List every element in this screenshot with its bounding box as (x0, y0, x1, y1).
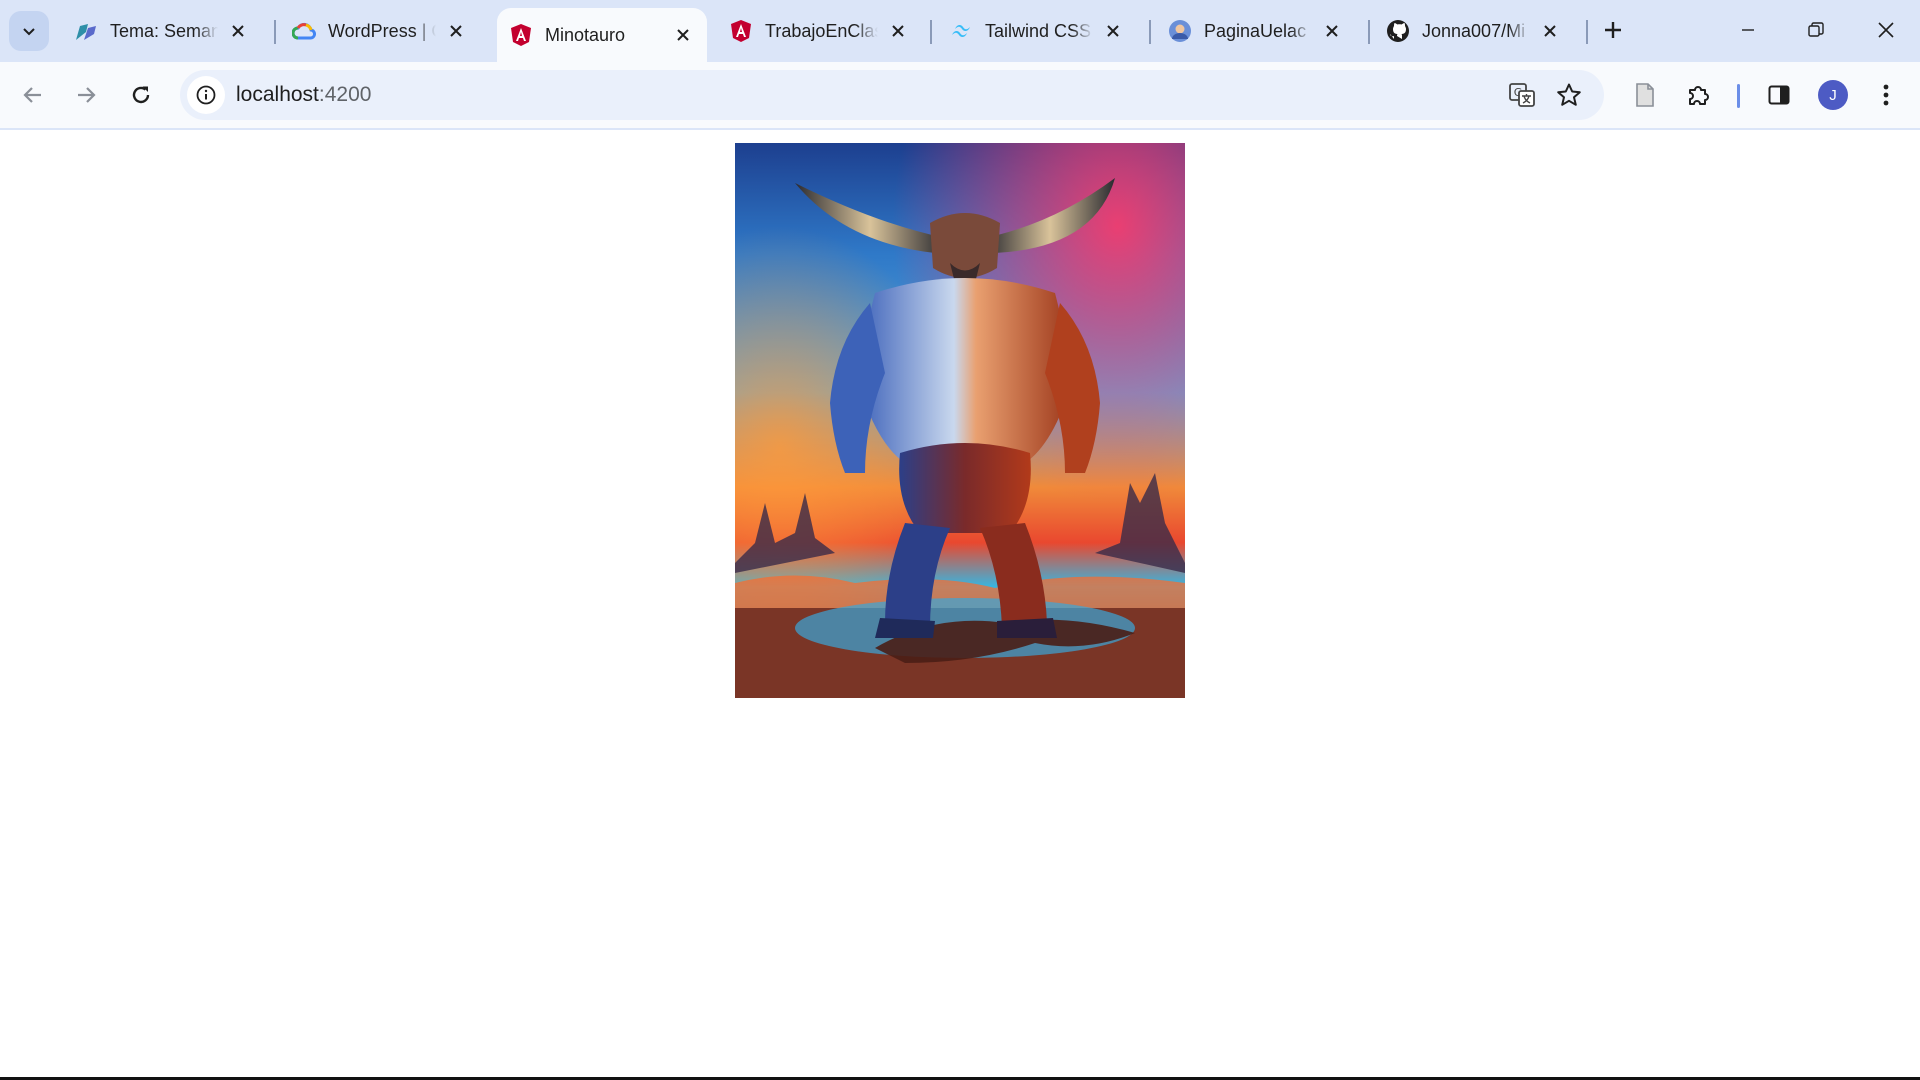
minotaur-image (735, 143, 1185, 698)
browser-frame: Tema: Semana WordPress | G Minotauro Tra… (0, 0, 1920, 130)
puzzle-icon (1689, 86, 1709, 105)
chevron-down-icon (23, 28, 35, 36)
close-icon[interactable] (444, 19, 468, 43)
reading-mode-button[interactable] (1626, 76, 1664, 114)
tab-search-button[interactable] (9, 11, 49, 51)
profile-icon (1168, 19, 1192, 43)
toolbar-divider (1737, 84, 1740, 108)
tab-trabajoenclase[interactable]: TrabajoEnClase (717, 8, 922, 54)
browser-toolbar: localhost:4200 G J (0, 62, 1920, 128)
star-icon (1557, 83, 1581, 106)
angular-icon (509, 23, 533, 47)
page-content (0, 130, 1920, 1080)
plus-icon (1605, 22, 1621, 38)
info-icon (196, 85, 216, 105)
tab-separator (930, 20, 932, 44)
tailwind-icon (949, 19, 973, 43)
close-window-button[interactable] (1862, 10, 1910, 50)
tab-github-jonna007[interactable]: Jonna007/Mi (1374, 8, 1574, 54)
arrow-left-icon (23, 87, 41, 103)
angular-icon (729, 19, 753, 43)
url-text: localhost:4200 (236, 83, 371, 107)
tab-title: Tailwind CSS - (985, 20, 1093, 41)
tab-title: TrabajoEnClase (765, 20, 878, 41)
kebab-menu-icon (1883, 84, 1889, 106)
site-info-button[interactable] (187, 76, 225, 114)
back-button[interactable] (14, 76, 52, 114)
moodle-icon (74, 19, 98, 43)
menu-button[interactable] (1867, 76, 1905, 114)
tab-tailwind[interactable]: Tailwind CSS - (937, 8, 1137, 54)
tab-separator (1368, 20, 1370, 44)
close-icon[interactable] (886, 19, 910, 43)
bookmark-button[interactable] (1552, 78, 1586, 112)
tab-title: Tema: Semana (110, 20, 218, 41)
minimize-button[interactable] (1724, 10, 1772, 50)
side-panel-icon (1768, 85, 1790, 105)
close-icon[interactable] (1538, 19, 1562, 43)
extensions-button[interactable] (1680, 76, 1718, 114)
arrow-right-icon (78, 87, 96, 103)
document-icon (1636, 83, 1654, 107)
avatar: J (1818, 80, 1848, 110)
tab-title: WordPress | G (328, 20, 436, 41)
tab-title: Minotauro (545, 24, 626, 45)
restore-icon (1808, 22, 1824, 37)
tab-title: Jonna007/Mi (1422, 20, 1526, 41)
tab-paginauelac[interactable]: PaginaUelac (1156, 8, 1356, 54)
url-host: localhost (236, 83, 319, 106)
google-cloud-icon (292, 19, 316, 43)
tab-tema-semana[interactable]: Tema: Semana (62, 8, 262, 54)
minimize-icon (1742, 29, 1754, 31)
close-icon[interactable] (1101, 19, 1125, 43)
address-bar[interactable]: localhost:4200 G (180, 70, 1604, 120)
side-panel-button[interactable] (1760, 76, 1798, 114)
forward-button[interactable] (67, 76, 105, 114)
tab-wordpress[interactable]: WordPress | G (280, 8, 480, 54)
close-icon (1878, 22, 1894, 38)
reload-icon (132, 86, 150, 104)
github-icon (1386, 19, 1410, 43)
tab-separator (1149, 20, 1151, 44)
tab-separator (274, 20, 276, 44)
profile-button[interactable]: J (1814, 76, 1852, 114)
reload-button[interactable] (122, 76, 160, 114)
close-icon[interactable] (1320, 19, 1344, 43)
new-tab-button[interactable] (1597, 14, 1629, 46)
restore-button[interactable] (1792, 10, 1840, 50)
close-icon[interactable] (226, 19, 250, 43)
tab-title: PaginaUelac (1204, 20, 1307, 41)
close-icon[interactable] (671, 23, 695, 47)
url-port: :4200 (318, 83, 372, 106)
translate-button[interactable]: G (1505, 78, 1539, 112)
tab-minotauro[interactable]: Minotauro (497, 8, 707, 62)
tab-separator (1586, 20, 1588, 44)
translate-icon: G (1509, 83, 1535, 107)
